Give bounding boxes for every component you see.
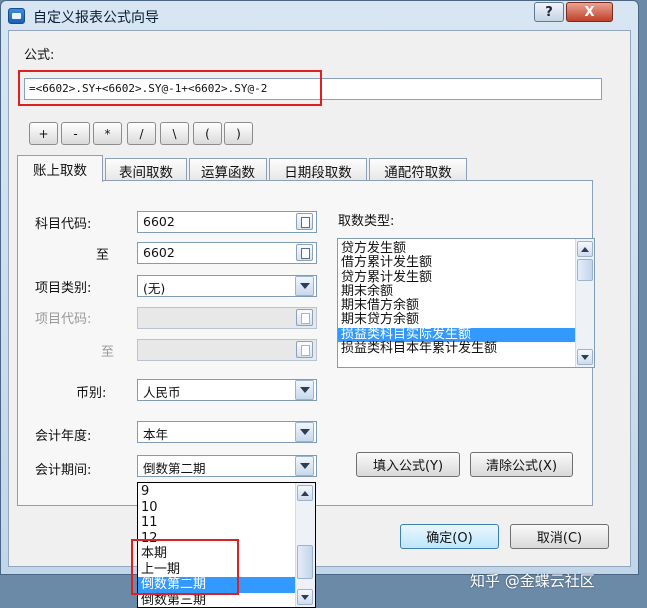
operator-left-paren-button[interactable]: ( [193, 122, 222, 145]
period-option[interactable]: 本期 [138, 546, 315, 562]
period-scroll-up-icon[interactable] [297, 485, 313, 501]
operator-multiply-button[interactable]: * [93, 122, 122, 145]
period-dropdown-scrollbar[interactable] [295, 483, 315, 607]
period-option[interactable]: 倒数第三期 [138, 593, 315, 608]
ok-button[interactable]: 确定(O) [400, 524, 499, 549]
period-select[interactable]: 倒数第二期 [137, 455, 317, 477]
title-bar[interactable]: 自定义报表公式向导 ? X [1, 1, 638, 31]
currency-select[interactable]: 人民币 [137, 379, 317, 401]
account-code-label: 科目代码: [35, 217, 92, 232]
period-option[interactable]: 10 [138, 500, 315, 516]
clear-formula-button[interactable]: 清除公式(X) [470, 452, 573, 477]
period-option[interactable]: 上一期 [138, 562, 315, 578]
scroll-down-icon[interactable] [577, 349, 593, 365]
tab-1[interactable]: 表间取数 [105, 158, 187, 182]
item-code-label: 项目代码: [35, 312, 92, 327]
period-scroll-down-icon[interactable] [297, 589, 313, 605]
period-option[interactable]: 12 [138, 531, 315, 547]
item-code-from-input [137, 307, 317, 329]
operator-int-divide-button[interactable]: \ [160, 122, 189, 145]
fetch-type-scrollbar[interactable] [575, 239, 594, 367]
operator-right-paren-button[interactable]: ) [224, 122, 253, 145]
item-code-to-input [137, 339, 317, 361]
operator-divide-button[interactable]: / [127, 122, 156, 145]
account-to-label: 至 [96, 248, 110, 263]
formula-input[interactable]: =<6602>.SY+<6602>.SY@-1+<6602>.SY@-2 [24, 78, 602, 100]
period-chevron-down-icon[interactable] [295, 456, 314, 476]
scroll-up-icon[interactable] [577, 241, 593, 257]
close-button[interactable]: X [566, 2, 613, 22]
account-code-to-input[interactable]: 6602 [137, 242, 317, 264]
help-button[interactable]: ? [534, 2, 564, 22]
window-title: 自定义报表公式向导 [33, 10, 159, 26]
currency-chevron-down-icon[interactable] [295, 380, 314, 400]
item-to-browse-icon [296, 341, 313, 358]
item-to-label: 至 [101, 345, 115, 360]
account-code-from-input[interactable]: 6602 [137, 211, 317, 233]
fetch-type-option[interactable]: 借方累计发生额 [338, 255, 594, 270]
tab-4[interactable]: 通配符取数 [369, 158, 467, 182]
operator-minus-button[interactable]: - [61, 122, 90, 145]
fetch-type-option[interactable]: 损益类科目本年累计发生额 [338, 341, 594, 356]
tab-0[interactable]: 账上取数 [17, 155, 103, 182]
fetch-type-listbox[interactable]: 贷方发生额 借方累计发生额 贷方累计发生额 期末余额 期末借方余额 期末贷方余额 损益类科目… [337, 238, 595, 368]
currency-label: 币别: [76, 386, 107, 401]
period-scroll-thumb[interactable] [297, 545, 313, 579]
app-icon [8, 8, 25, 24]
account-to-browse-icon[interactable] [296, 244, 313, 261]
fiscal-year-label: 会计年度: [35, 429, 92, 444]
fiscal-year-select[interactable]: 本年 [137, 421, 317, 443]
period-label: 会计期间: [35, 463, 92, 478]
fetch-type-option[interactable]: 期末贷方余额 [338, 313, 594, 328]
fetch-type-label: 取数类型: [338, 214, 395, 229]
formula-label: 公式: [24, 48, 55, 63]
item-category-select[interactable]: (无) [137, 275, 317, 297]
tab-2[interactable]: 运算函数 [189, 158, 267, 182]
fiscal-year-chevron-down-icon[interactable] [295, 422, 314, 442]
watermark-text: 知乎 @金蝶云社区 [470, 572, 595, 590]
item-category-label: 项目类别: [35, 281, 92, 296]
item-category-chevron-down-icon[interactable] [295, 276, 314, 296]
fetch-type-option[interactable]: 损益类科目实际发生额 [338, 327, 594, 343]
period-dropdown-list[interactable]: 9 10 11 12 本期 上一期 倒数第二期 倒数第三期 [137, 482, 316, 608]
operator-plus-button[interactable]: + [29, 122, 58, 145]
fetch-type-option[interactable]: 贷方累计发生额 [338, 270, 594, 285]
scroll-thumb[interactable] [577, 259, 593, 281]
fill-formula-button[interactable]: 填入公式(Y) [356, 452, 460, 477]
period-option[interactable]: 倒数第二期 [138, 577, 315, 593]
cancel-button[interactable]: 取消(C) [510, 524, 609, 549]
tab-3[interactable]: 日期段取数 [269, 158, 367, 182]
period-option[interactable]: 11 [138, 515, 315, 531]
item-browse-icon [296, 309, 313, 326]
period-option[interactable]: 9 [138, 484, 315, 500]
account-browse-icon[interactable] [296, 213, 313, 230]
